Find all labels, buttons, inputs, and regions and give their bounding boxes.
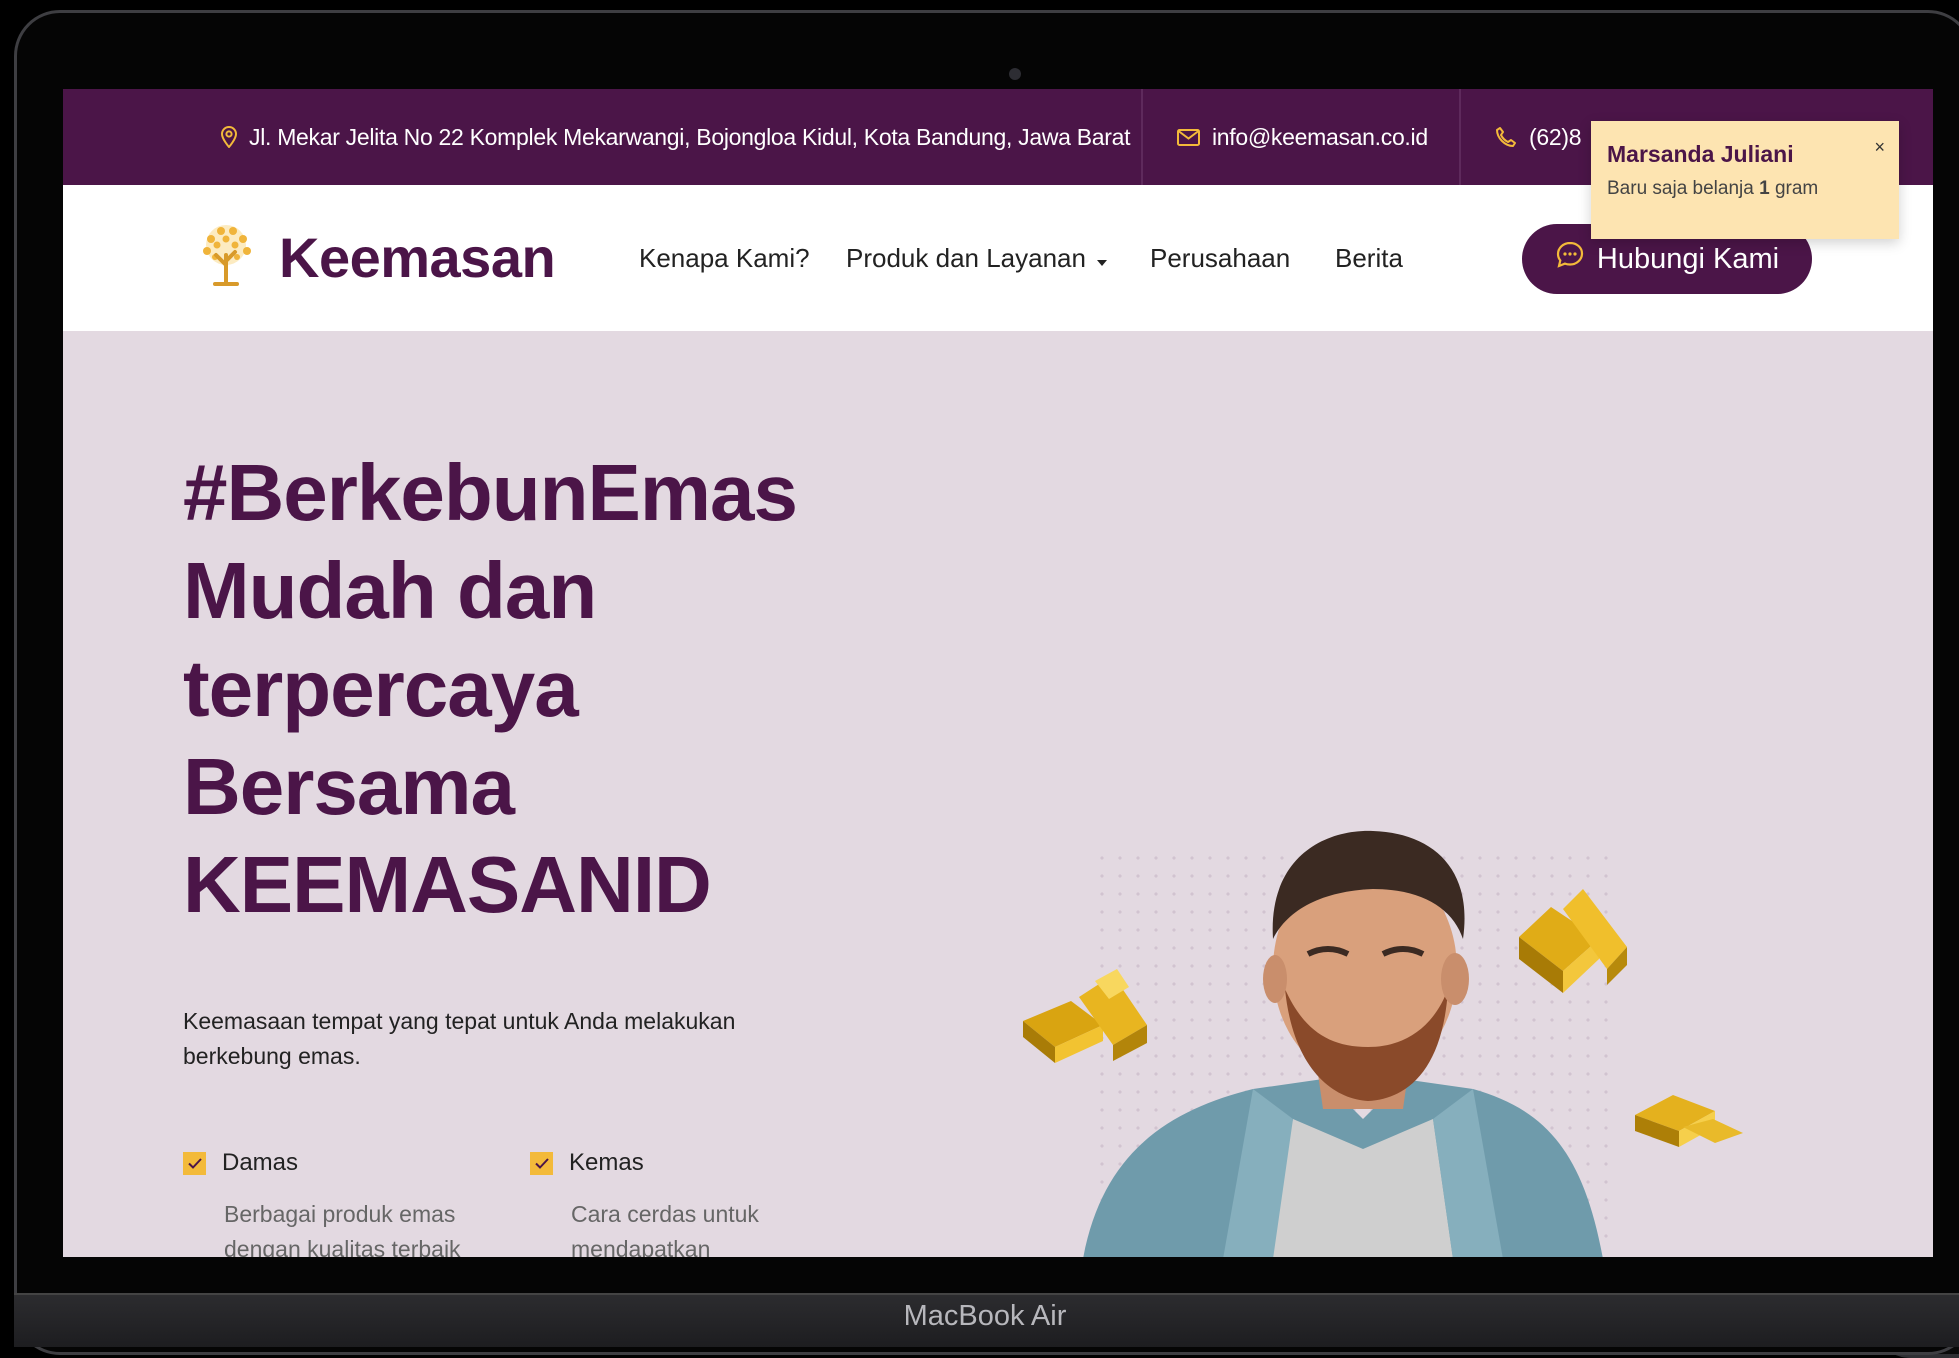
laptop-bottom-bezel	[63, 1257, 1933, 1293]
check-icon	[530, 1151, 553, 1175]
close-icon[interactable]: ×	[1874, 137, 1885, 158]
website-screen: Jl. Mekar Jelita No 22 Komplek Mekarwang…	[63, 89, 1933, 1257]
toast-message: Baru saja belanja 1 gram	[1607, 178, 1819, 199]
phone-text: (62)8	[1529, 123, 1582, 150]
nav-perusahaan-label: Perusahaan	[1150, 242, 1291, 273]
address-item: Jl. Mekar Jelita No 22 Komplek Mekarwang…	[221, 89, 1131, 185]
nav-berita-label: Berita	[1335, 242, 1403, 273]
nav-perusahaan[interactable]: Perusahaan	[1150, 185, 1290, 331]
feature-title: Damas	[222, 1149, 299, 1176]
feature-damas: Damas Berbagai produk emas dengan kualit…	[183, 1149, 483, 1257]
mail-icon	[1177, 128, 1200, 146]
hero-title-line: Mudah dan	[183, 546, 597, 635]
toast-customer-name: Marsanda Juliani	[1607, 141, 1794, 167]
email-text: info@keemasan.co.id	[1212, 123, 1428, 150]
check-icon	[183, 1151, 206, 1175]
hero-description: Keemasaan tempat yang tepat untuk Anda m…	[183, 1008, 736, 1069]
gold-bars-icon	[1519, 889, 1627, 993]
nav-kenapa-kami-label: Kenapa Kami?	[639, 242, 810, 273]
caret-down-icon	[1096, 243, 1108, 274]
feature-description: Berbagai produk emas dengan kualitas ter…	[224, 1201, 461, 1257]
phone-link[interactable]: (62)8	[1495, 89, 1582, 185]
nav-produk-layanan[interactable]: Produk dan Layanan	[846, 185, 1108, 331]
address-text: Jl. Mekar Jelita No 22 Komplek Mekarwang…	[249, 123, 1131, 150]
brand-logo[interactable]: Keemasan	[191, 221, 556, 294]
email-link[interactable]: info@keemasan.co.id	[1177, 89, 1428, 185]
brand-name: Keemasan	[279, 226, 556, 289]
hubungi-kami-label: Hubungi Kami	[1596, 242, 1780, 275]
tree-logo-icon	[191, 221, 261, 294]
camera-icon	[1009, 68, 1021, 80]
feature-description: Cara cerdas untuk mendapatkan	[571, 1201, 759, 1257]
hero-illustration	[1023, 830, 1743, 1257]
chat-icon	[1555, 240, 1585, 278]
purchase-toast: Marsanda Juliani Baru saja belanja 1 gra…	[1591, 121, 1899, 239]
hero-title-line: terpercaya	[183, 644, 579, 733]
feature-title: Kemas	[569, 1149, 644, 1176]
device-label: MacBook Air	[903, 1300, 1067, 1332]
nav-kenapa-kami[interactable]: Kenapa Kami?	[639, 185, 810, 331]
gold-bars-icon	[1635, 1095, 1743, 1147]
location-pin-icon	[221, 126, 237, 148]
hero-title-line: KEEMASANID	[183, 840, 712, 929]
hero-title: #BerkebunEmas Mudah dan terpercaya Bersa…	[183, 444, 798, 934]
hero-title-line: Bersama	[183, 742, 515, 831]
nav-berita[interactable]: Berita	[1335, 185, 1403, 331]
phone-icon	[1495, 126, 1517, 148]
hero-title-line: #BerkebunEmas	[183, 448, 798, 537]
nav-produk-layanan-label: Produk dan Layanan	[846, 242, 1086, 273]
feature-kemas: Kemas Cara cerdas untuk mendapatkan	[530, 1149, 830, 1257]
gold-bars-icon	[1023, 969, 1147, 1063]
